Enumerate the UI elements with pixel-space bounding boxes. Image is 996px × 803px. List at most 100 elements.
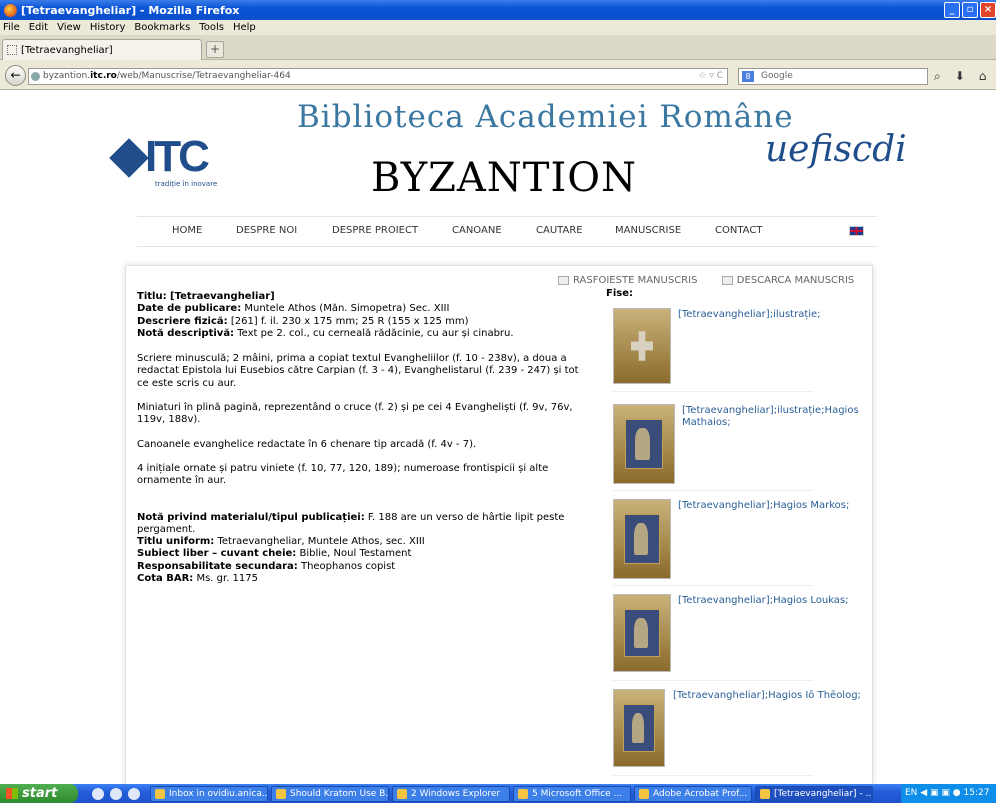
menu-file[interactable]: File [3,22,20,33]
nav-home[interactable]: HOME [172,225,202,236]
site-identity-icon[interactable] [31,72,40,81]
evangelist-figure [633,617,648,649]
browse-manuscript-link[interactable]: RASFOIESTE MANUSCRIS [573,275,697,286]
taskbar-item-label: 5 Microsoft Office ... [532,788,623,799]
page-icon [7,45,17,55]
menu-help[interactable]: Help [233,22,256,33]
manuscript-tools: RASFOIESTE MANUSCRIS DESCARCA MANUSCRIS [558,275,854,286]
nav-contact[interactable]: CONTACT [715,225,762,236]
fisa-link-1[interactable]: [Tetraevangheliar];ilustrație; [678,309,868,321]
close-button[interactable]: × [980,2,996,18]
taskbar-item-label: Should Kratom Use B... [290,788,389,799]
fisa-thumbnail-2[interactable] [613,404,675,484]
menu-history[interactable]: History [90,22,126,33]
itc-tagline: tradiție în inovare [155,180,218,188]
address-bar[interactable]: byzantion.itc.ro/web/Manuscrise/Tetraeva… [28,68,728,85]
fisa-thumbnail-3[interactable] [613,499,671,579]
nav-manuscrise[interactable]: MANUSCRISE [615,225,681,236]
search-input[interactable]: 8 Google [738,68,928,85]
toolbar-icons[interactable]: ⌕⬇⌂ [934,69,996,84]
taskbar-item-acrobat[interactable]: Adobe Acrobat Prof... [634,785,752,802]
system-tray: EN ◀ ▣ ▣ ● 15:27 [901,784,996,803]
menu-tools[interactable]: Tools [199,22,224,33]
record-details: Titlu: [Tetraevangheliar] Date de public… [137,291,583,585]
secondary-responsibility-value: Theophanos copist [297,560,396,572]
fisa-separator [613,490,813,491]
tab-bar: [Tetraevangheliar] + [0,35,996,60]
itc-diamond-icon [109,138,149,178]
start-button[interactable]: start [0,784,78,803]
language-indicator[interactable]: EN [905,788,917,798]
app-icon [639,788,649,799]
quick-launch-icon[interactable] [128,787,140,800]
nav-despre-noi[interactable]: DESPRE NOI [236,225,297,236]
evangelist-figure [633,523,648,555]
reload-icon[interactable]: ☆ ▿ C [698,69,723,84]
fisa-link-2[interactable]: [Tetraevangheliar];ilustrație;Hagios Mat… [682,405,862,429]
tab-title: [Tetraevangheliar] [21,44,113,56]
evangelist-figure [631,712,644,744]
new-tab-button[interactable]: + [206,41,224,58]
taskbar-item-explorer[interactable]: 2 Windows Explorer [392,785,510,802]
taskbar-item-label: Adobe Acrobat Prof... [653,788,748,799]
taskbar-item-firefox[interactable]: [Tetraevangheliar] - ... [755,785,873,802]
menu-edit[interactable]: Edit [29,22,48,33]
nav-despre-proiect[interactable]: DESPRE PROIECT [332,225,418,236]
minimize-button[interactable]: _ [944,2,960,18]
description-paragraph-2: Miniaturi în plină pagină, reprezentând … [137,402,573,426]
fise-label: Fise: [606,288,633,299]
material-note-label: Notă privind materialul/tipul publicație… [137,511,365,523]
search-engine-label: Google [761,71,793,81]
maximize-button[interactable]: ▫ [962,2,978,18]
description-paragraph-3: Canoanele evanghelice redactate în 6 che… [137,438,477,450]
start-label: start [22,786,58,801]
menu-bookmarks[interactable]: Bookmarks [134,22,190,33]
windows-logo-icon [6,788,18,799]
folder-icon [397,788,407,799]
cross-miniature [630,331,654,361]
library-title: Biblioteca Academiei Române [297,99,794,135]
clock: 15:27 [963,788,990,798]
date-label: Date de publicare: [137,303,242,315]
nav-canoane[interactable]: CANOANE [452,225,502,236]
window-titlebar: [Tetraevangheliar] - Mozilla Firefox _ ▫… [0,0,996,20]
taskbar-item-word[interactable]: Should Kratom Use B... [271,785,389,802]
fisa-separator [613,775,813,776]
fisa-separator [613,680,813,681]
fisa-thumbnail-1[interactable] [613,308,671,384]
taskbar-item-label: Inbox in ovidiu.anica... [169,788,268,799]
physical-description-label: Descriere fizică: [137,315,228,327]
download-manuscript-link[interactable]: DESCARCA MANUSCRIS [737,275,855,286]
app-icon [518,788,528,799]
quick-launch-icon[interactable] [110,787,122,800]
window-title: [Tetraevangheliar] - Mozilla Firefox [21,3,240,17]
fisa-thumbnail-5[interactable] [613,689,665,767]
browser-tab[interactable]: [Tetraevangheliar] [2,39,202,60]
fisa-separator [613,585,813,586]
url-path: /web/Manuscrise/Tetraevangheliar-464 [116,71,291,81]
nav-cautare[interactable]: CAUTARE [536,225,583,236]
google-icon: 8 [742,71,754,82]
fisa-link-3[interactable]: [Tetraevangheliar];Hagios Markos; [678,500,868,512]
taskbar-item-inbox[interactable]: Inbox in ovidiu.anica... [150,785,268,802]
quick-launch-icon[interactable] [92,787,104,800]
app-icon [155,788,165,799]
back-button[interactable]: ← [5,65,26,86]
fisa-thumbnail-4[interactable] [613,594,671,672]
site-title: BYZANTION [371,155,638,201]
physical-description-value: [261] f. il. 230 x 175 mm; 25 R (155 x 1… [227,315,469,327]
uefiscdi-logo[interactable]: uefiscdi [765,129,907,170]
secondary-responsibility-label: Responsabilitate secundara: [137,560,298,572]
uniform-title-value: Tetraevangheliar, Muntele Athos, sec. XI… [214,536,425,548]
itc-logo-text: ITC [145,132,210,181]
taskbar-item-office[interactable]: 5 Microsoft Office ... [513,785,631,802]
fisa-link-5[interactable]: [Tetraevangheliar];Hagios Iō Thēolog; [673,690,863,702]
fisa-link-4[interactable]: [Tetraevangheliar];Hagios Loukas; [678,595,868,607]
download-icon [721,275,733,285]
taskbar-item-label: [Tetraevangheliar] - ... [774,788,873,799]
english-flag-icon[interactable] [849,226,864,236]
nav-divider-bottom [137,246,877,247]
navigation-toolbar: ← byzantion.itc.ro/web/Manuscrise/Tetrae… [0,60,996,90]
record-title: Titlu: [Tetraevangheliar] [137,291,275,302]
menu-view[interactable]: View [57,22,81,33]
